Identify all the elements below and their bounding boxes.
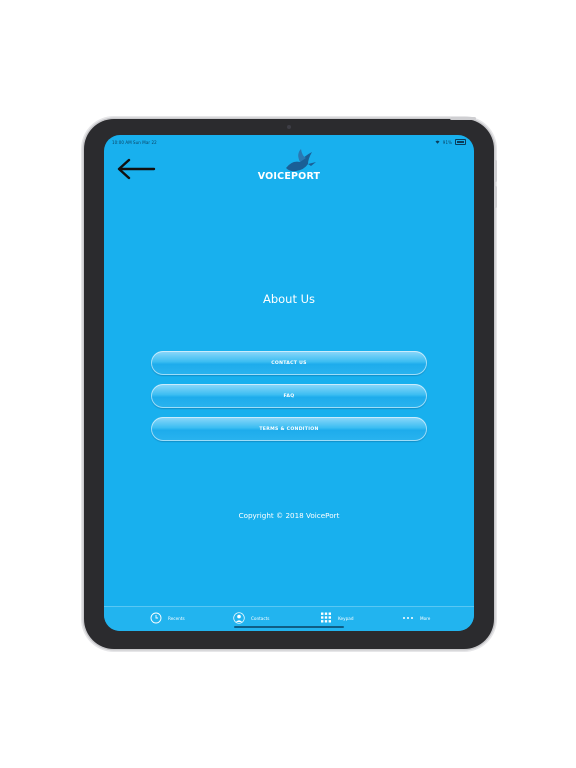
terms-condition-button[interactable]: TERMS & CONDITION [151, 417, 427, 441]
contact-us-label: CONTACT US [271, 360, 307, 366]
volume-up-button [494, 160, 497, 182]
tab-contacts-label: Contacts [251, 615, 270, 621]
tab-recents-label: Recents [168, 615, 185, 621]
top-button [450, 117, 476, 120]
home-indicator[interactable] [234, 625, 344, 628]
tab-contacts[interactable]: Contacts [233, 611, 269, 625]
volume-down-button [494, 186, 497, 208]
more-dots-icon [403, 617, 413, 619]
tab-more[interactable]: More [402, 611, 430, 625]
terms-condition-label: TERMS & CONDITION [259, 426, 319, 432]
app-screen: 10:00 AM Sun Mar 22 91% VOICEPORT About … [104, 135, 474, 631]
tab-bar: Recents Contacts Keypad More [104, 606, 474, 631]
tab-more-label: More [420, 615, 431, 621]
status-date: Sun Mar 22 [133, 140, 157, 145]
wifi-icon [435, 140, 440, 144]
battery-percent: 91% [442, 139, 452, 145]
copyright-text: Copyright © 2018 VoicePort [238, 511, 340, 520]
page-title: About Us [262, 292, 316, 306]
tab-recents[interactable]: Recents [150, 611, 185, 625]
clock-icon [150, 612, 162, 624]
faq-button[interactable]: FAQ [151, 384, 427, 408]
logo-text: VOICEPORT [257, 171, 321, 182]
tab-keypad-label: Keypad [338, 615, 354, 621]
person-icon [233, 612, 245, 624]
status-right: 91% [435, 139, 466, 145]
status-time: 10:00 AM [112, 140, 132, 145]
faq-label: FAQ [283, 393, 295, 399]
battery-icon [455, 139, 466, 145]
contact-us-button[interactable]: CONTACT US [151, 351, 427, 375]
back-arrow-icon[interactable] [116, 155, 156, 183]
front-camera [287, 125, 291, 129]
tab-keypad[interactable]: Keypad [320, 611, 353, 625]
keypad-icon [321, 612, 331, 623]
